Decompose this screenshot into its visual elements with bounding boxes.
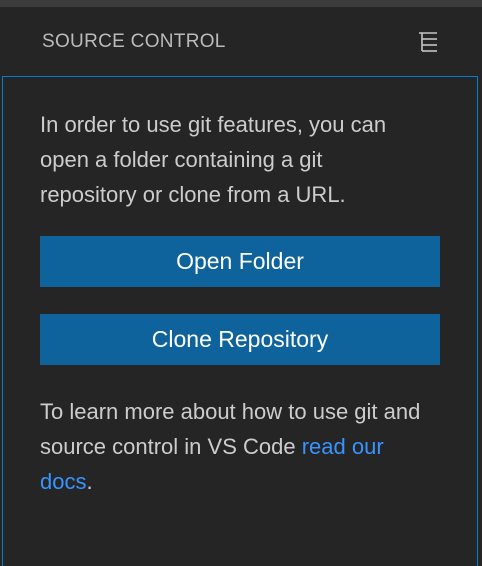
view-header: SOURCE CONTROL [0, 7, 482, 76]
trailing-period: . [86, 469, 93, 494]
learn-more-text: To learn more about how to use git and s… [40, 394, 440, 499]
tree-view-icon[interactable] [414, 29, 444, 55]
clone-repository-button[interactable]: Clone Repository [40, 314, 440, 365]
view-title: SOURCE CONTROL [42, 31, 226, 52]
no-folder-message: In order to use git features, you can op… [40, 112, 387, 207]
open-folder-button[interactable]: Open Folder [40, 236, 440, 287]
top-edge-strip [0, 0, 482, 7]
